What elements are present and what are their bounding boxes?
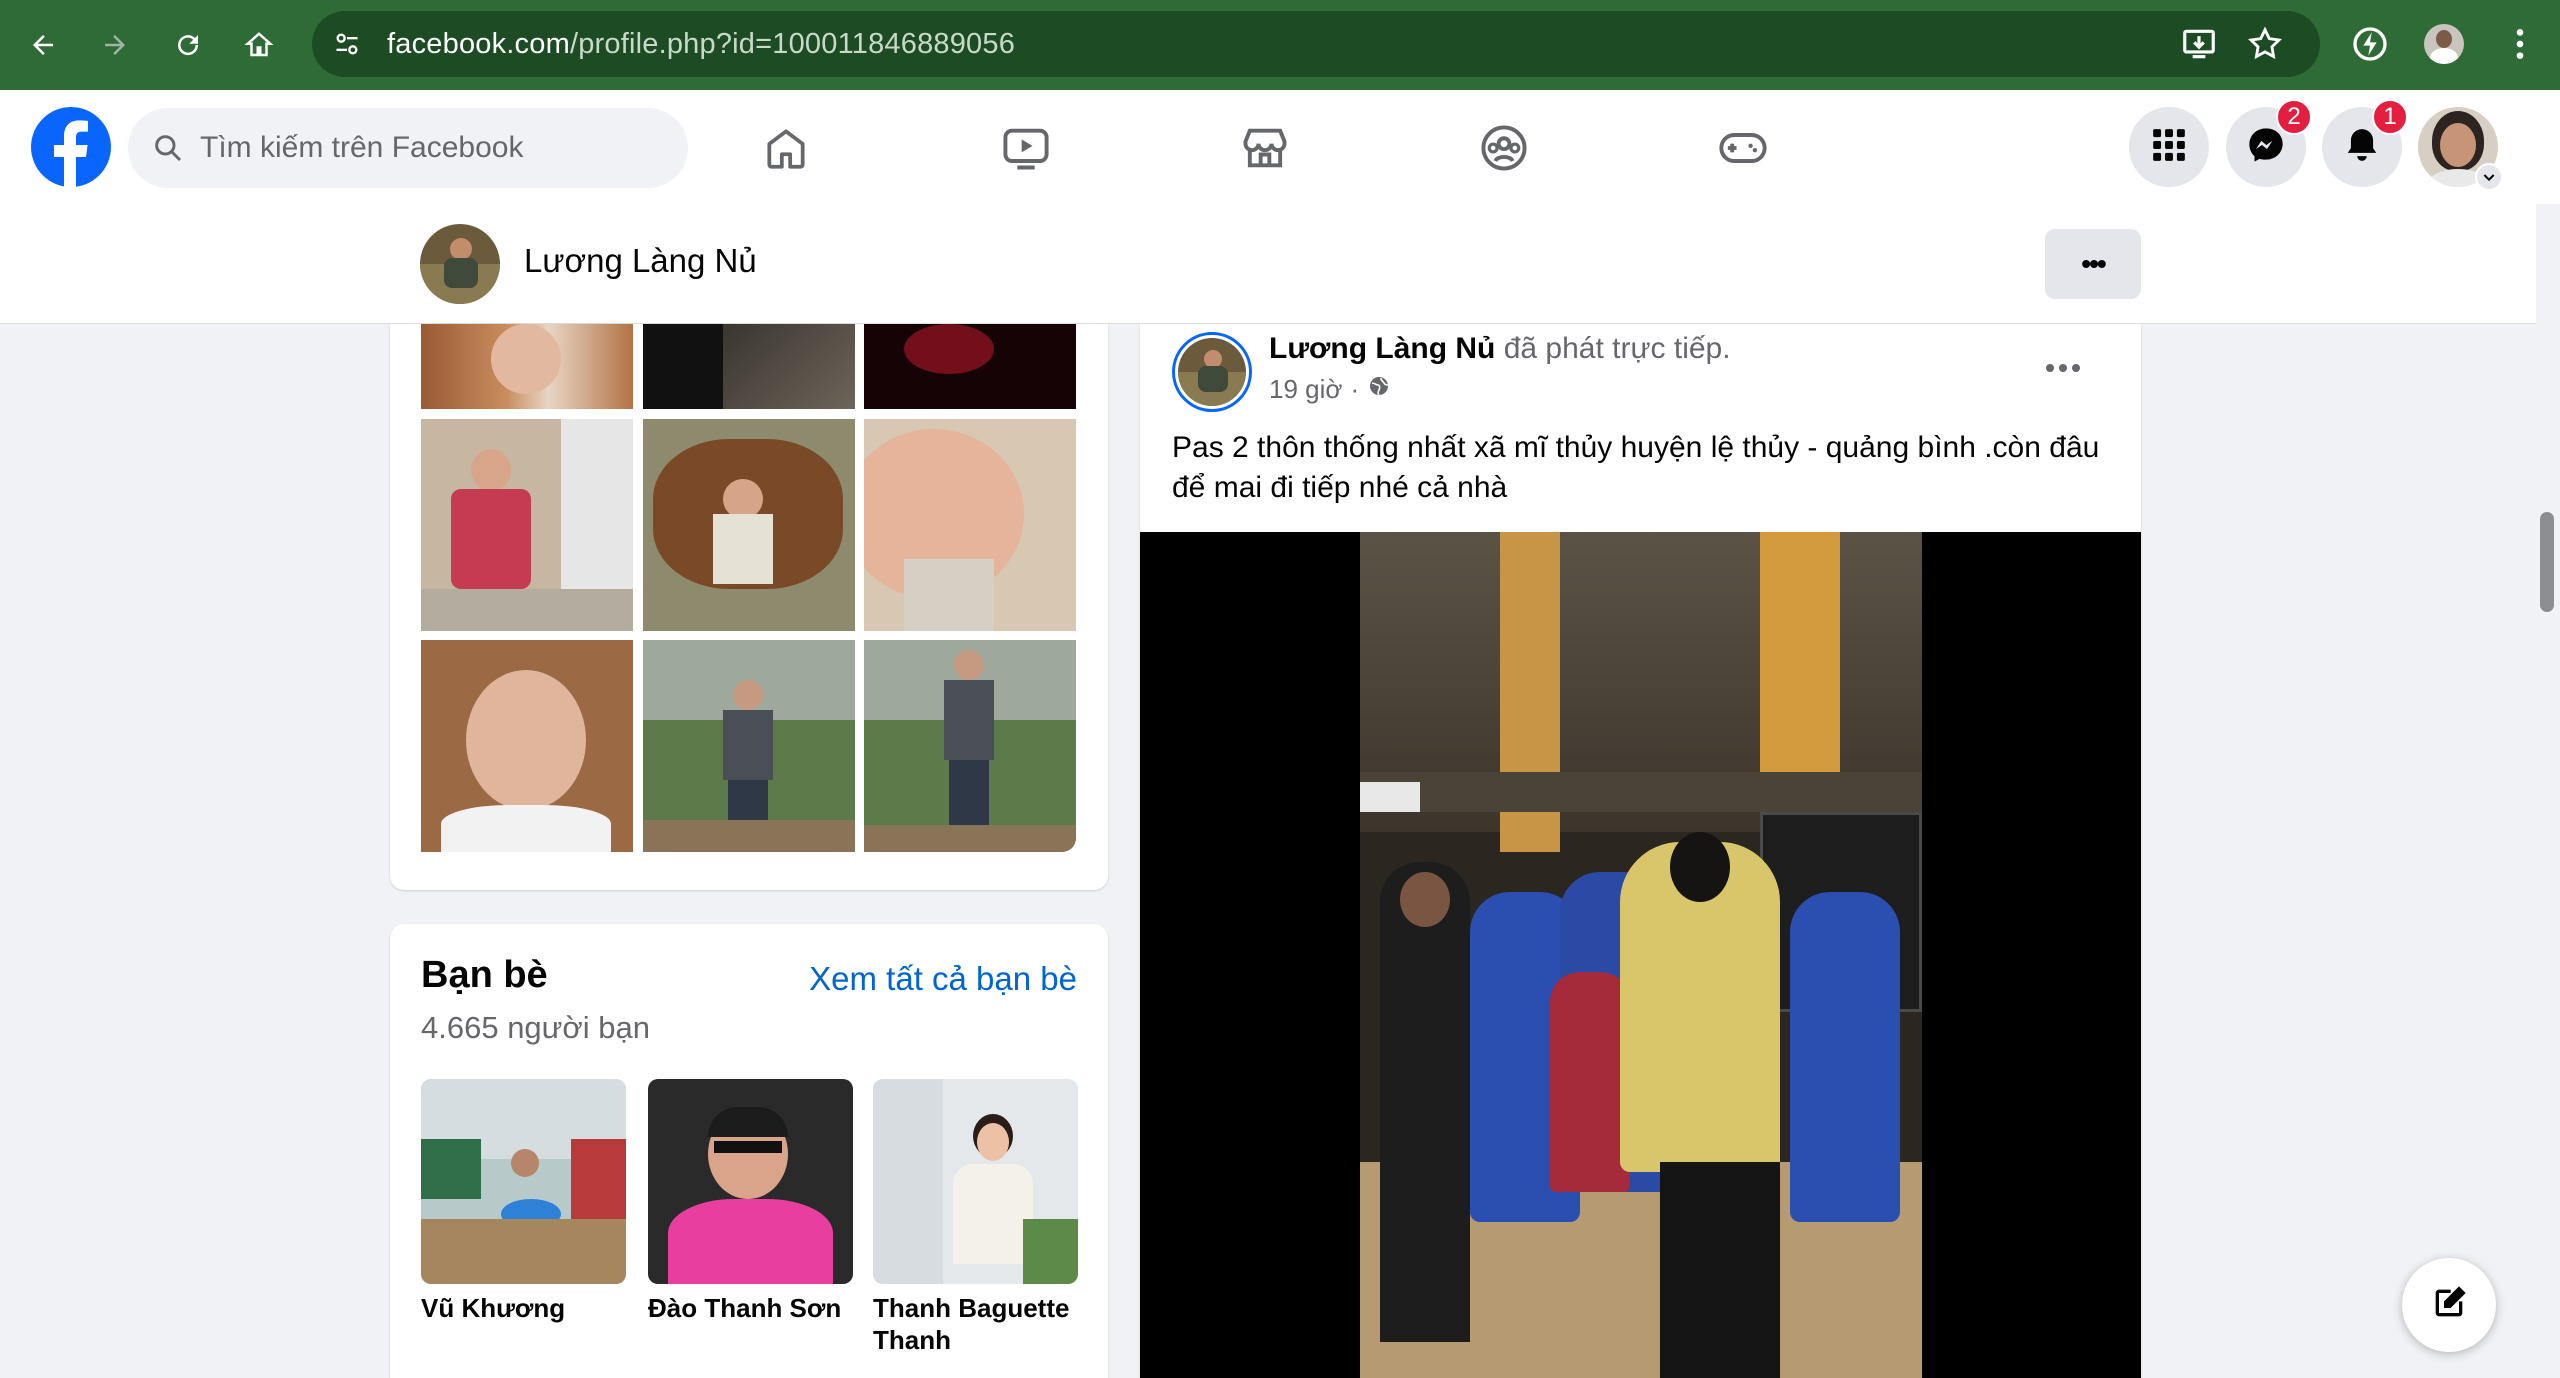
extension-icon[interactable] (2350, 24, 2390, 69)
friends-title[interactable]: Bạn bè (421, 954, 548, 997)
globe-icon[interactable] (1367, 374, 1391, 405)
friends-count: 4.665 người bạn (421, 1010, 650, 1045)
photo-thumbnail[interactable] (864, 640, 1076, 852)
friend-photo[interactable] (873, 1079, 1078, 1284)
photo-thumbnail[interactable] (643, 640, 855, 852)
facebook-logo-icon[interactable] (31, 107, 111, 192)
url-text: facebook.com/profile.php?id=100011846889… (387, 28, 1015, 61)
nav-home-icon[interactable] (756, 118, 816, 178)
photo-thumbnail[interactable] (864, 419, 1076, 631)
search-icon (152, 132, 184, 164)
live-video-player[interactable] (1140, 532, 2141, 1378)
friend-photo[interactable] (648, 1079, 853, 1284)
post-card: Lương Làng Nủ đã phát trực tiếp. 19 giờ … (1140, 324, 2141, 1378)
more-dots-icon: ••• (2081, 248, 2106, 279)
bookmark-star-icon[interactable] (2246, 25, 2284, 68)
grid-icon (2150, 126, 2188, 169)
menu-grid-button[interactable] (2129, 107, 2209, 187)
home-icon[interactable] (234, 20, 284, 70)
facebook-header: Tìm kiếm trên Facebook 2 1 (0, 90, 2560, 204)
messenger-icon (2246, 125, 2286, 170)
photo-thumbnail[interactable] (421, 324, 633, 409)
forward-icon[interactable] (90, 20, 140, 70)
install-app-icon[interactable] (2180, 25, 2218, 68)
notifications-badge: 1 (2372, 99, 2408, 135)
friend-name[interactable]: Đào Thanh Sơn (648, 1292, 853, 1324)
friend-item[interactable]: Vũ Khương (421, 1079, 626, 1324)
page-scrollbar-thumb[interactable] (2540, 512, 2554, 612)
post-author-avatar[interactable] (1172, 332, 1252, 412)
page-scrollbar[interactable] (2536, 204, 2560, 1378)
messenger-badge: 2 (2276, 99, 2312, 135)
video-frame (1360, 532, 1922, 1378)
new-message-button[interactable] (2402, 1258, 2496, 1352)
post-header-line: Lương Làng Nủ đã phát trực tiếp. (1269, 332, 1731, 366)
reload-icon[interactable] (163, 20, 213, 70)
post-meta: 19 giờ · (1269, 374, 1391, 405)
friend-item[interactable]: Đào Thanh Sơn (648, 1079, 853, 1324)
compose-icon (2429, 1283, 2469, 1328)
browser-toolbar: facebook.com/profile.php?id=100011846889… (0, 0, 2560, 90)
post-meta-separator: · (1350, 374, 1360, 404)
post-options-icon[interactable] (2038, 350, 2088, 386)
notifications-button[interactable]: 1 (2322, 99, 2408, 187)
url-path: /profile.php?id=100011846889056 (569, 27, 1016, 60)
browser-menu-icon[interactable] (2500, 24, 2540, 69)
site-settings-icon[interactable] (328, 25, 366, 63)
profile-name[interactable]: Lương Làng Nủ (524, 242, 757, 280)
friend-photo[interactable] (421, 1079, 626, 1284)
photos-card (390, 324, 1108, 890)
url-host: facebook.com (387, 27, 570, 60)
friend-name[interactable]: Thanh Baguette Thanh (873, 1292, 1078, 1356)
search-placeholder: Tìm kiếm trên Facebook (200, 131, 524, 164)
browser-profile-avatar[interactable] (2424, 24, 2464, 64)
back-icon[interactable] (18, 20, 68, 70)
see-all-friends-link[interactable]: Xem tất cả bạn bè (809, 960, 1077, 998)
photo-thumbnail[interactable] (643, 419, 855, 631)
profile-more-button[interactable]: ••• (2045, 229, 2141, 299)
post-time[interactable]: 19 giờ (1269, 374, 1342, 405)
post-action: đã phát trực tiếp. (1503, 332, 1731, 365)
account-chevron-icon[interactable] (2475, 163, 2503, 191)
profile-sticky-bar: Lương Làng Nủ ••• (0, 204, 2536, 324)
messenger-button[interactable]: 2 (2226, 99, 2312, 187)
photo-thumbnail[interactable] (864, 324, 1076, 409)
nav-video-icon[interactable] (996, 118, 1056, 178)
nav-groups-icon[interactable] (1474, 118, 1534, 178)
post-author-name[interactable]: Lương Làng Nủ (1269, 332, 1495, 365)
bell-icon (2343, 126, 2381, 169)
friends-card: Bạn bè Xem tất cả bạn bè 4.665 người bạn… (390, 924, 1108, 1378)
photo-thumbnail[interactable] (421, 640, 633, 852)
profile-avatar[interactable] (420, 224, 500, 304)
friend-item[interactable]: Thanh Baguette Thanh (873, 1079, 1078, 1356)
nav-marketplace-icon[interactable] (1235, 118, 1295, 178)
address-bar[interactable]: facebook.com/profile.php?id=100011846889… (312, 11, 2320, 77)
photo-thumbnail[interactable] (643, 324, 855, 409)
photo-thumbnail[interactable] (421, 419, 633, 631)
nav-gaming-icon[interactable] (1713, 118, 1773, 178)
post-text: Pas 2 thôn thống nhất xã mĩ thủy huyện l… (1172, 431, 2100, 504)
friend-name[interactable]: Vũ Khương (421, 1292, 626, 1324)
search-input[interactable]: Tìm kiếm trên Facebook (128, 108, 688, 188)
